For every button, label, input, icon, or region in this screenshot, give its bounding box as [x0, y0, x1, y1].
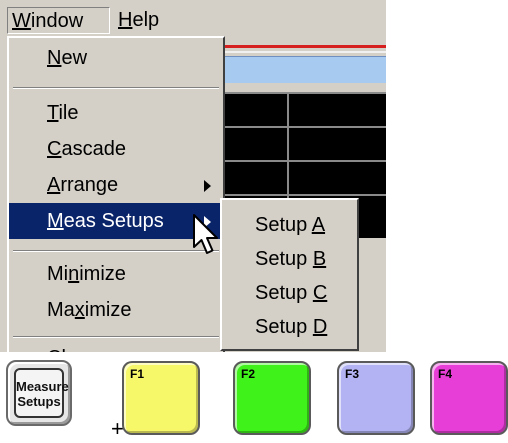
setup-c-accelerator: C [312, 282, 328, 304]
menu-item-arrange[interactable]: Arrange [9, 167, 223, 203]
setup-a-accelerator: A [311, 214, 326, 236]
menu-item-meas-setups[interactable]: Meas Setups [9, 203, 223, 239]
arrange-accelerator: A [47, 174, 61, 196]
measure-setups-line1: Measure [16, 379, 69, 394]
menu-bar: Window Help [0, 0, 386, 38]
setup-a-prefix: Setup [255, 214, 312, 236]
menu-item-new[interactable]: New [9, 40, 223, 76]
application-screenshot: Window Help New Tile Cascade Arrange Mea… [0, 0, 386, 352]
window-menu-title[interactable]: Window [7, 7, 110, 34]
submenu-item-setup-d[interactable]: Setup D [222, 310, 357, 344]
help-menu-title[interactable]: Help [116, 7, 178, 34]
setup-c-prefix: Setup [255, 282, 313, 304]
f4-label: F4 [438, 367, 453, 381]
cascade-label-rest: ascade [61, 138, 126, 160]
submenu-item-setup-a[interactable]: Setup A [222, 208, 357, 242]
window-dropdown-menu: New Tile Cascade Arrange Meas Setups Min… [7, 36, 225, 352]
menu-separator [13, 250, 219, 252]
title-bar-red-line [225, 45, 386, 48]
meas-setups-label-rest: eas Setups [63, 210, 164, 232]
close-label-partial: Cl [47, 347, 66, 352]
meas-setups-accelerator: M [47, 210, 64, 232]
menu-item-tile[interactable]: Tile [9, 95, 223, 131]
new-label-rest: ew [61, 47, 88, 69]
window-label-rest: indow [30, 10, 84, 32]
menu-item-close-partial[interactable]: Cl [9, 340, 223, 352]
f2-key[interactable]: F2 [233, 361, 311, 435]
setup-b-prefix: Setup [255, 248, 313, 270]
arrange-label-rest: rrange [60, 174, 119, 196]
f1-key[interactable]: F1 [122, 361, 200, 435]
minimize-label-rest: imize [79, 263, 126, 285]
f1-label: F1 [130, 367, 145, 381]
submenu-item-setup-c[interactable]: Setup C [222, 276, 357, 310]
window-title-bar [225, 56, 386, 83]
setup-d-accelerator: D [312, 316, 328, 338]
f4-key[interactable]: F4 [430, 361, 508, 435]
minimize-label-start: Mi [47, 263, 69, 285]
maximize-label-rest: imize [84, 299, 132, 321]
f2-label: F2 [241, 367, 256, 381]
measure-setups-line2: Setups [17, 394, 61, 409]
mouse-pointer-icon [193, 214, 218, 254]
menu-item-minimize[interactable]: Minimize [9, 256, 223, 292]
measure-setups-key[interactable]: Measure Setups [6, 360, 72, 426]
menu-separator [13, 336, 219, 338]
cascade-accelerator: C [47, 138, 62, 160]
tile-label-rest: ile [58, 102, 79, 124]
measure-setups-key-face: Measure Setups [14, 368, 69, 418]
submenu-item-setup-b[interactable]: Setup B [222, 242, 357, 276]
f3-label: F3 [345, 367, 360, 381]
maximize-label-start: Ma [47, 299, 75, 321]
tile-accelerator: T [47, 102, 59, 124]
setup-b-accelerator: B [312, 248, 327, 270]
help-label-rest: elp [132, 9, 160, 31]
meas-setups-submenu: Setup A Setup B Setup C Setup D [220, 198, 359, 351]
f3-key[interactable]: F3 [337, 361, 415, 435]
menu-separator [13, 87, 219, 89]
window-accelerator: W [12, 10, 31, 32]
menu-item-maximize[interactable]: Maximize [9, 292, 223, 328]
submenu-arrow-icon [204, 180, 211, 192]
minimize-accelerator: n [68, 263, 80, 285]
new-accelerator: N [47, 47, 62, 69]
menu-item-cascade[interactable]: Cascade [9, 131, 223, 167]
title-bar-white-line [225, 51, 386, 53]
help-accelerator: H [118, 9, 133, 31]
maximize-accelerator: x [74, 299, 85, 321]
setup-d-prefix: Setup [255, 316, 313, 338]
